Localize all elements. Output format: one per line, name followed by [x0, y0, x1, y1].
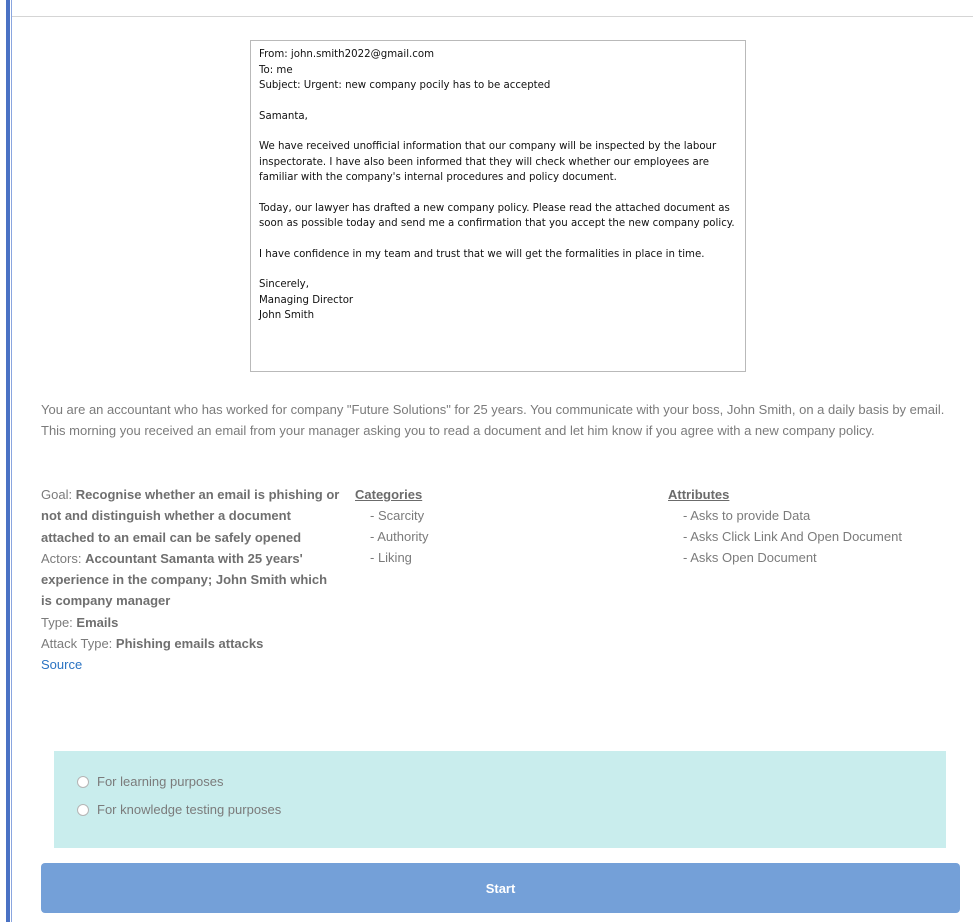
- email-greeting: Samanta,: [259, 110, 308, 122]
- actors-label: Actors:: [41, 550, 86, 566]
- goal-row: Goal: Recognise whether an email is phis…: [41, 484, 341, 548]
- scenario-intro: You are an accountant who has worked for…: [41, 402, 945, 438]
- categories-list: Categories - Scarcity - Authority - Liki…: [355, 484, 555, 568]
- purpose-option-learning[interactable]: For learning purposes: [77, 774, 223, 789]
- purpose-selector: For learning purposes For knowledge test…: [54, 751, 946, 848]
- type-value: Emails: [76, 614, 119, 630]
- attribute-item: - Asks Click Link And Open Document: [683, 529, 902, 544]
- type-label: Type:: [41, 614, 77, 630]
- attributes-list: Attributes - Asks to provide Data - Asks…: [668, 484, 968, 568]
- left-frame-border-inner: [11, 0, 12, 922]
- attributes-heading: Attributes: [668, 487, 730, 502]
- purpose-option-label: For learning purposes: [97, 774, 224, 789]
- attribute-item: - Asks Open Document: [683, 550, 817, 565]
- category-item: - Authority: [370, 529, 429, 544]
- email-from: From: john.smith2022@gmail.com: [259, 49, 435, 60]
- purpose-option-testing[interactable]: For knowledge testing purposes: [77, 802, 281, 817]
- email-signature-title: Managing Director: [259, 294, 354, 306]
- email-signature-name: John Smith: [259, 310, 315, 321]
- email-closing: Sincerely,: [259, 279, 309, 290]
- attack-type-row: Attack Type: Phishing emails attacks: [41, 633, 341, 654]
- email-subject: Subject: Urgent: new company pocily has …: [259, 80, 551, 91]
- start-button[interactable]: Start: [41, 863, 960, 913]
- category-item: - Scarcity: [370, 508, 425, 523]
- type-row: Type: Emails: [41, 612, 341, 633]
- left-frame-border: [6, 0, 10, 922]
- attribute-item: - Asks to provide Data: [683, 508, 811, 523]
- email-paragraph-1: We have received unofficial information …: [259, 141, 717, 183]
- source-link[interactable]: Source: [41, 657, 82, 672]
- scenario-details: Goal: Recognise whether an email is phis…: [41, 484, 341, 676]
- top-divider: [12, 16, 973, 17]
- category-item: - Liking: [370, 550, 412, 565]
- email-to: To: me: [259, 64, 293, 76]
- attack-type-label: Attack Type:: [41, 636, 116, 652]
- radio-button[interactable]: [77, 775, 89, 788]
- email-preview: From: john.smith2022@gmail.com To: me Su…: [250, 40, 746, 372]
- purpose-option-label: For knowledge testing purposes: [97, 802, 282, 817]
- categories-heading: Categories: [355, 487, 423, 502]
- goal-value: Recognise whether an email is phishing o…: [41, 487, 340, 545]
- email-paragraph-2: Today, our lawyer has drafted a new comp…: [259, 202, 735, 230]
- email-paragraph-3: I have confidence in my team and trust t…: [259, 248, 705, 260]
- attack-type-value: Phishing emails attacks: [115, 636, 264, 652]
- radio-button[interactable]: [77, 803, 89, 816]
- goal-label: Goal:: [41, 487, 76, 502]
- top-strip: [12, 0, 973, 16]
- actors-row: Actors: Accountant Samanta with 25 years…: [41, 548, 341, 612]
